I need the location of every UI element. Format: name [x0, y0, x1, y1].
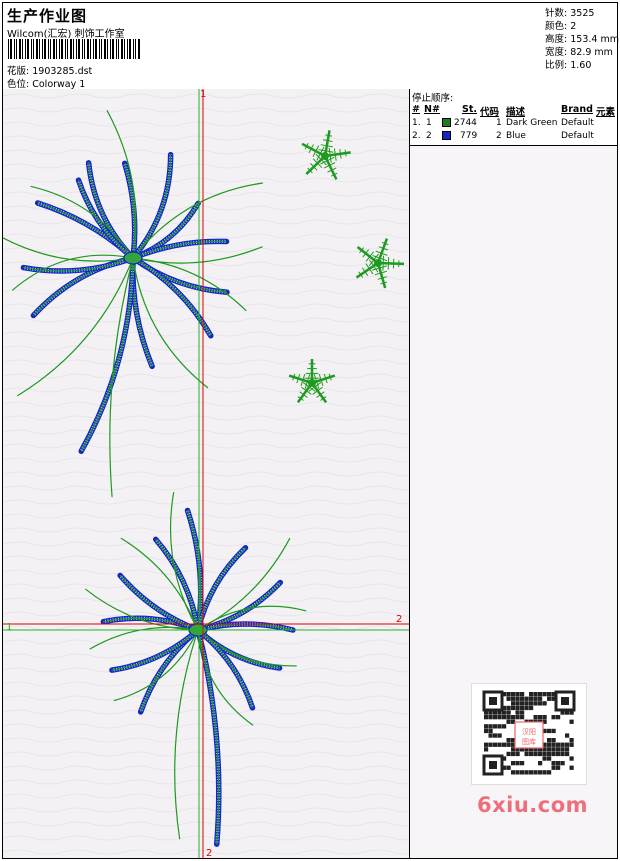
row-stitches: 779 — [460, 131, 478, 141]
production-worksheet: 生产作业图 Wilcom(汇宏) 刺饰工作室 花版: 1903285.dst 色… — [2, 2, 619, 859]
qr-code: 汉阳 图库 — [482, 690, 576, 776]
colorway-line: 色位: Colorway 1 — [7, 76, 85, 90]
company-name: Wilcom(汇宏) 刺饰工作室 — [7, 29, 125, 40]
col-header-n: N# — [424, 104, 440, 115]
row-brand: Default — [561, 118, 594, 128]
embroidery-canvas: 1 2 1 2 — [3, 89, 409, 858]
row-desc: Blue — [506, 131, 526, 141]
col-header-index: # — [412, 104, 420, 115]
stats-panel: 针数: 3525 颜色: 2 高度: 153.4 mm 宽度: 82.9 mm … — [543, 3, 619, 90]
col-header-stitches: St. — [462, 104, 477, 115]
row-code: 1 — [496, 118, 502, 128]
row-index: 2. — [412, 131, 421, 141]
stat-height: 高度: 153.4 mm — [545, 34, 619, 45]
design-file-line: 花版: 1903285.dst — [7, 63, 92, 77]
row-n: 1 — [426, 118, 432, 128]
axis-label-bottom: 2 — [206, 848, 212, 858]
design-preview: 1 2 1 2 — [3, 89, 410, 858]
fabric-texture — [3, 89, 409, 858]
col-header-code: 代码 — [480, 107, 500, 118]
qr-code-watermark: 汉阳 图库 — [471, 683, 587, 785]
header-panel: 生产作业图 Wilcom(汇宏) 刺饰工作室 花版: 1903285.dst 色… — [3, 3, 544, 90]
row-n: 2 — [426, 131, 432, 141]
axis-label-left: 1 — [6, 622, 12, 633]
row-desc: Dark Green — [506, 118, 558, 128]
stop-sequence-title: 停止顺序: — [412, 93, 454, 104]
stat-scale: 比例: 1.60 — [545, 60, 592, 71]
stat-stitches: 针数: 3525 — [545, 8, 595, 19]
svg-text:汉阳: 汉阳 — [522, 727, 536, 736]
row-brand: Default — [561, 131, 594, 141]
color-swatch — [442, 118, 451, 127]
stat-colors: 颜色: 2 — [545, 21, 577, 32]
axis-label-top: 1 — [200, 89, 206, 100]
col-header-brand: Brand — [561, 104, 593, 115]
row-code: 2 — [496, 131, 502, 141]
row-stitches: 2744 — [454, 118, 477, 128]
col-header-desc: 描述 — [506, 107, 526, 118]
stat-width: 宽度: 82.9 mm — [545, 47, 613, 58]
col-header-element: 元素 — [596, 107, 616, 118]
watermark-logo: 6xiu.com — [477, 793, 589, 817]
barcode — [8, 39, 140, 59]
axis-label-right: 2 — [396, 614, 402, 625]
color-swatch — [442, 131, 451, 140]
stop-sequence-panel: 停止顺序: # N# St. 代码 描述 Brand 元素 1. 1 2744 … — [410, 89, 617, 146]
page-title: 生产作业图 — [7, 7, 88, 25]
svg-text:图库: 图库 — [522, 737, 536, 746]
row-index: 1. — [412, 118, 421, 128]
